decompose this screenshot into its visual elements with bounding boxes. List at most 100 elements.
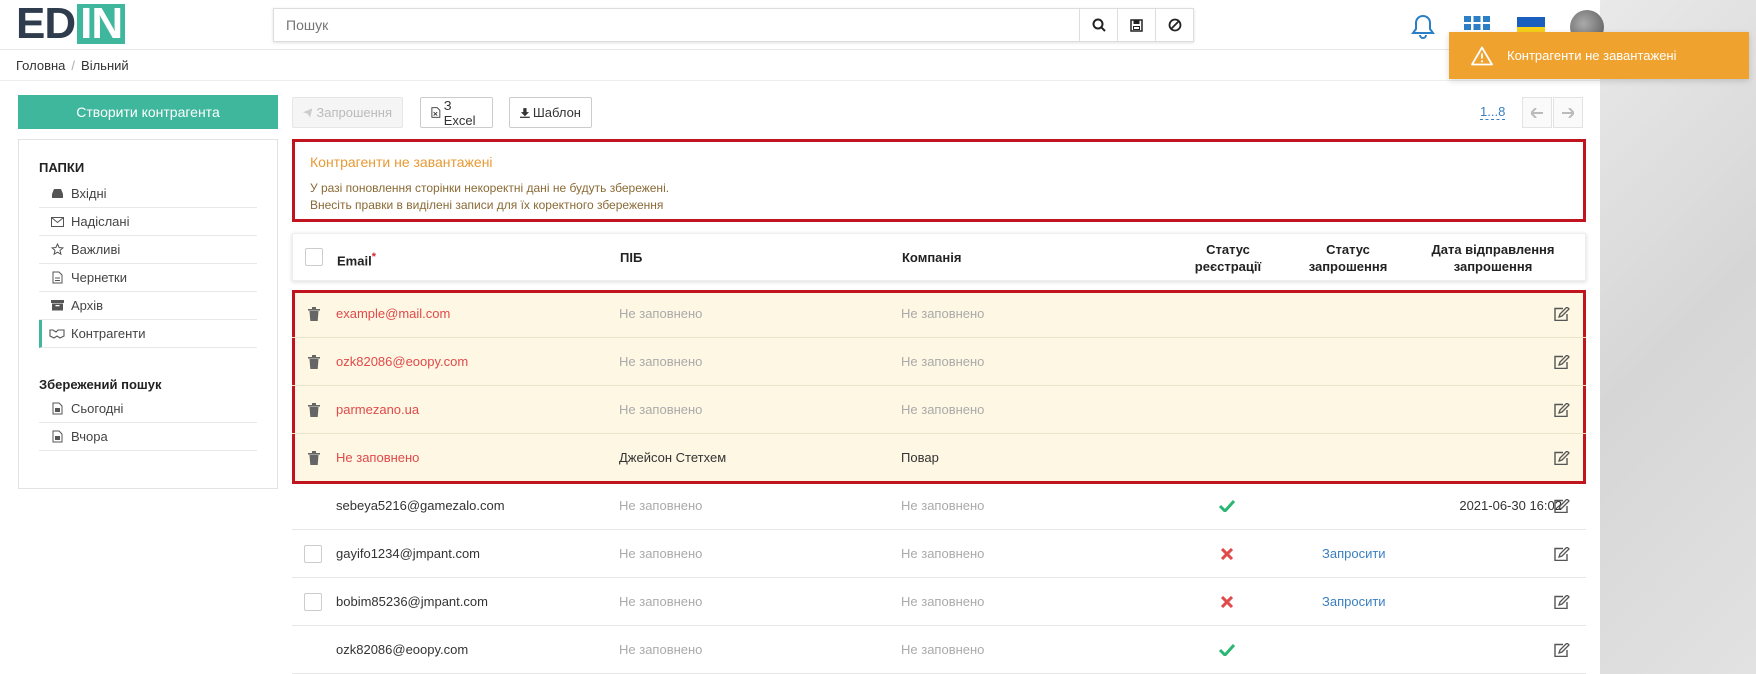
header-invite-date: Дата відправлення запрошення xyxy=(1413,241,1573,275)
sidebar-item-label: Вчора xyxy=(71,429,108,444)
header-invite-status-line2: запрошення xyxy=(1308,259,1388,274)
page-background-right xyxy=(1600,0,1756,674)
star-icon xyxy=(50,243,64,256)
next-page-button[interactable] xyxy=(1553,97,1583,128)
required-mark: * xyxy=(371,251,376,263)
logo[interactable]: ED IN xyxy=(16,0,126,48)
sidebar-item-yesterday[interactable]: Вчора xyxy=(39,423,257,451)
save-search-button[interactable] xyxy=(1117,9,1155,41)
edit-icon xyxy=(1554,451,1570,465)
cell-name: Не заповнено xyxy=(619,354,703,369)
search-input[interactable] xyxy=(274,9,1079,41)
cell-email: bobim85236@jmpant.com xyxy=(336,594,488,609)
cell-name: Джейсон Стетхем xyxy=(619,450,727,465)
clear-search-button[interactable] xyxy=(1155,9,1193,41)
table-row: example@mail.com Не заповнено Не заповне… xyxy=(292,290,1586,338)
header-name: ПІБ xyxy=(620,250,643,265)
sidebar-item-today[interactable]: Сьогодні xyxy=(39,395,257,423)
delete-button[interactable] xyxy=(304,386,324,434)
table-row: Не заповнено Джейсон Стетхем Повар xyxy=(292,434,1586,482)
sidebar-item-counterparties[interactable]: Контрагенти xyxy=(39,320,257,348)
edit-button[interactable] xyxy=(1550,290,1574,338)
divider xyxy=(0,80,1600,81)
excel-file-icon xyxy=(431,107,441,118)
cell-company: Не заповнено xyxy=(901,594,985,609)
cell-company: Не заповнено xyxy=(901,402,985,417)
table-header: Email* ПІБ Компанія Статус реєстрації Ст… xyxy=(292,233,1586,281)
edit-button[interactable] xyxy=(1550,626,1574,674)
invite-link[interactable]: Запросити xyxy=(1322,530,1386,578)
breadcrumb-home[interactable]: Головна xyxy=(16,58,65,73)
header-email: Email* xyxy=(337,249,376,269)
warning-toast[interactable]: Контрагенти не завантажені xyxy=(1449,32,1749,79)
sidebar-item-label: Чернетки xyxy=(71,270,128,285)
header-reg-status-line2: реєстрації xyxy=(1194,259,1262,274)
notifications-button[interactable] xyxy=(1408,12,1438,42)
create-counterparty-button[interactable]: Створити контрагента xyxy=(18,95,278,129)
sidebar-item-important[interactable]: Важливі xyxy=(39,236,257,264)
handshake-icon xyxy=(49,329,65,339)
cell-name: Не заповнено xyxy=(619,306,703,321)
check-icon xyxy=(1219,500,1235,512)
invite-link[interactable]: Запросити xyxy=(1322,578,1386,626)
cell-company: Не заповнено xyxy=(901,546,985,561)
search-button[interactable] xyxy=(1079,9,1117,41)
cell-company: Не заповнено xyxy=(901,498,985,513)
cell-company: Не заповнено xyxy=(901,306,985,321)
registration-status xyxy=(1217,482,1237,530)
template-button[interactable]: Шаблон xyxy=(509,97,592,128)
cross-icon xyxy=(1221,596,1233,608)
sidebar-item-inbox[interactable]: Вхідні xyxy=(39,180,257,208)
row-checkbox[interactable] xyxy=(304,545,322,563)
delete-button[interactable] xyxy=(304,338,324,386)
alert-title: Контрагенти не завантажені xyxy=(310,154,493,170)
import-excel-button[interactable]: З Excel xyxy=(420,97,493,128)
header-invite-date-line2: запрошення xyxy=(1453,259,1533,274)
sidebar-item-drafts[interactable]: Чернетки xyxy=(39,264,257,292)
edit-icon xyxy=(1554,643,1570,657)
error-alert: Контрагенти не завантажені У разі поновл… xyxy=(292,139,1586,222)
trash-icon xyxy=(308,355,320,369)
cross-icon xyxy=(1221,548,1233,560)
header-reg-status-line1: Статус xyxy=(1206,242,1250,257)
saved-search-title: Збережений пошук xyxy=(39,377,162,392)
edit-button[interactable] xyxy=(1550,434,1574,482)
trash-icon xyxy=(308,307,320,321)
cell-email: ozk82086@eoopy.com xyxy=(336,354,469,369)
delete-button[interactable] xyxy=(304,434,324,482)
edit-button[interactable] xyxy=(1550,482,1574,530)
sidebar-item-archive[interactable]: Архів xyxy=(39,292,257,320)
bell-icon xyxy=(1411,14,1435,39)
header-invite-date-line1: Дата відправлення xyxy=(1431,242,1555,257)
registration-status xyxy=(1217,626,1237,674)
breadcrumb-current: Вільний xyxy=(81,58,129,73)
table-row: bobim85236@jmpant.com Не заповнено Не за… xyxy=(292,578,1586,626)
alert-line-1: У разі поновлення сторінки некоректні да… xyxy=(310,181,670,195)
cell-company: Повар xyxy=(901,450,939,465)
trash-icon xyxy=(308,451,320,465)
sidebar-item-sent[interactable]: Надіслані xyxy=(39,208,257,236)
table-row: ozk82086@eoopy.com Не заповнено Не запов… xyxy=(292,626,1586,674)
row-checkbox[interactable] xyxy=(304,593,322,611)
edit-icon xyxy=(1554,595,1570,609)
download-icon xyxy=(520,107,530,118)
toast-text: Контрагенти не завантажені xyxy=(1507,48,1677,63)
select-all-checkbox[interactable] xyxy=(305,248,323,266)
edit-button[interactable] xyxy=(1550,338,1574,386)
draft-icon xyxy=(52,271,62,284)
logo-text: ED xyxy=(16,0,76,48)
invite-button[interactable]: Запрошення xyxy=(292,97,403,128)
top-header: ED IN xyxy=(0,0,1604,50)
edit-button[interactable] xyxy=(1550,578,1574,626)
arrow-right-icon xyxy=(1562,107,1574,118)
table-row: parmezano.ua Не заповнено Не заповнено xyxy=(292,386,1586,434)
delete-button[interactable] xyxy=(304,290,324,338)
sidebar-item-label: Вхідні xyxy=(71,186,107,201)
cell-name: Не заповнено xyxy=(619,546,703,561)
prev-page-button[interactable] xyxy=(1522,97,1552,128)
page-range[interactable]: 1...8 xyxy=(1480,104,1506,120)
alert-line-2: Внесіть правки в виділені записи для їх … xyxy=(310,198,664,212)
registration-status xyxy=(1217,578,1237,626)
edit-button[interactable] xyxy=(1550,386,1574,434)
edit-button[interactable] xyxy=(1550,530,1574,578)
